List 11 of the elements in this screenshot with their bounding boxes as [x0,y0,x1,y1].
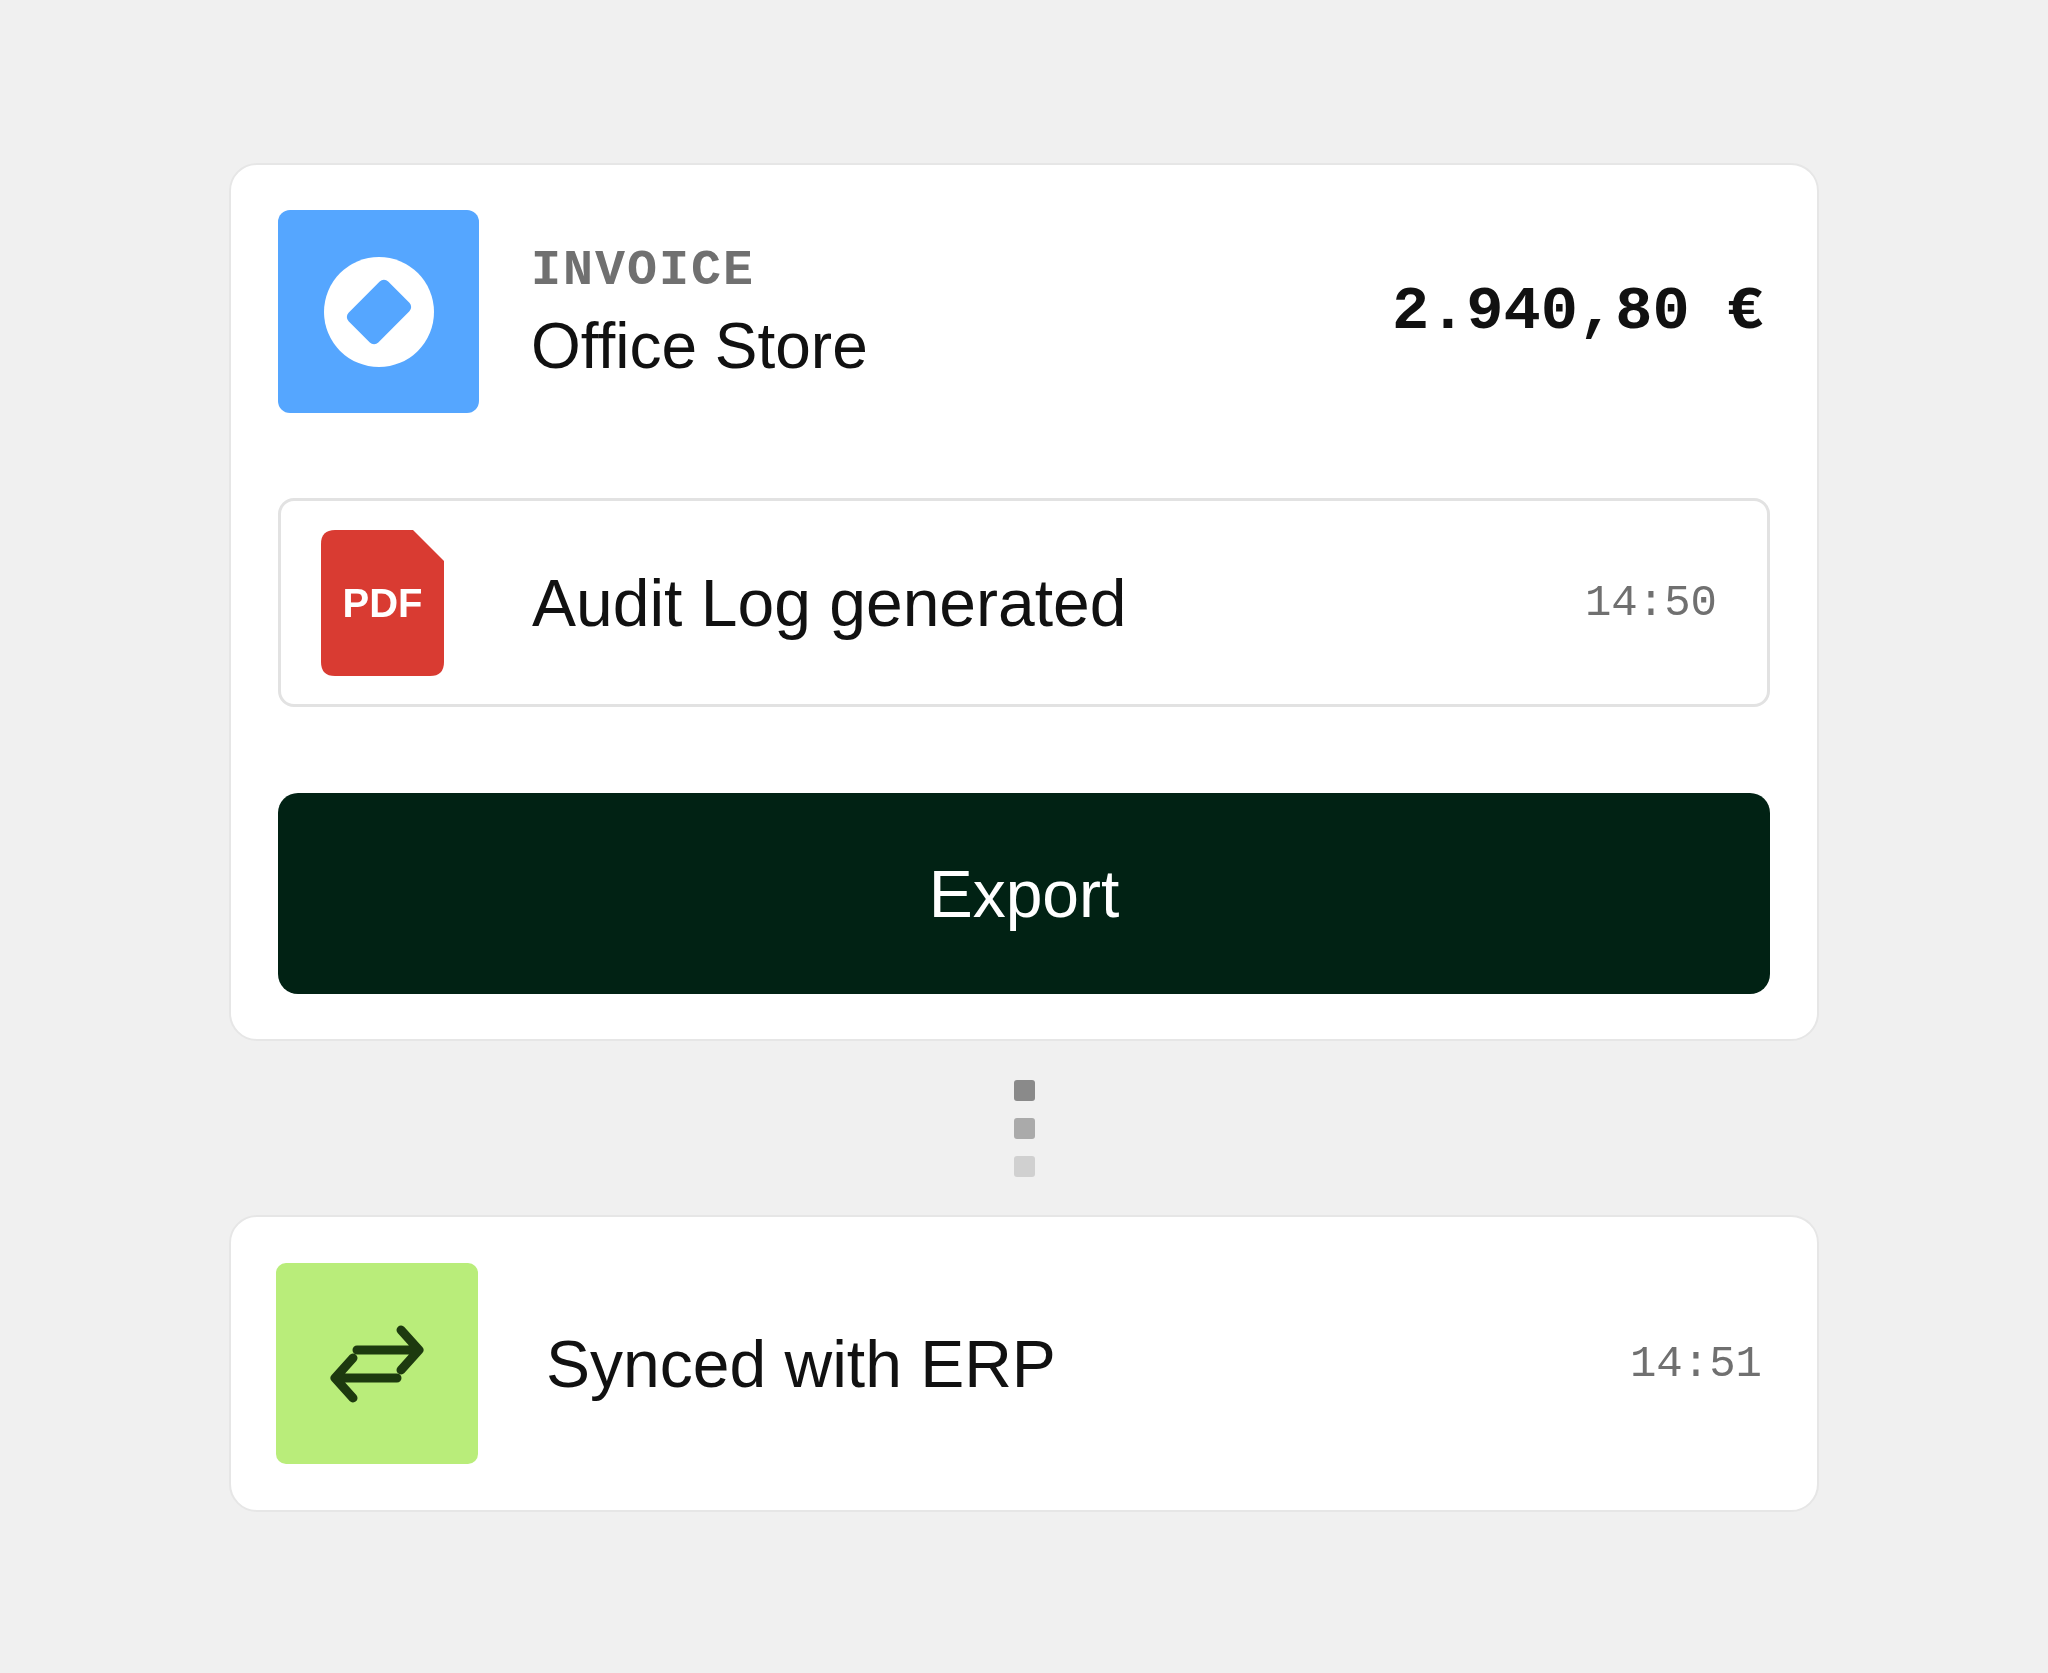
diamond-badge-icon [278,210,479,413]
vendor-name: Office Store [531,313,868,378]
invoice-amount: 2.940,80 € [1391,280,1764,343]
sync-arrows-icon [276,1263,478,1464]
file-icon [321,529,444,676]
export-button[interactable]: Export [278,793,1770,994]
event-time: 14:50 [1584,580,1717,625]
progress-dots-icon [1013,1080,1035,1177]
event-time: 14:51 [1629,1341,1762,1386]
document-type-label: INVOICE [531,245,757,296]
file-type-label: PDF [342,582,423,623]
